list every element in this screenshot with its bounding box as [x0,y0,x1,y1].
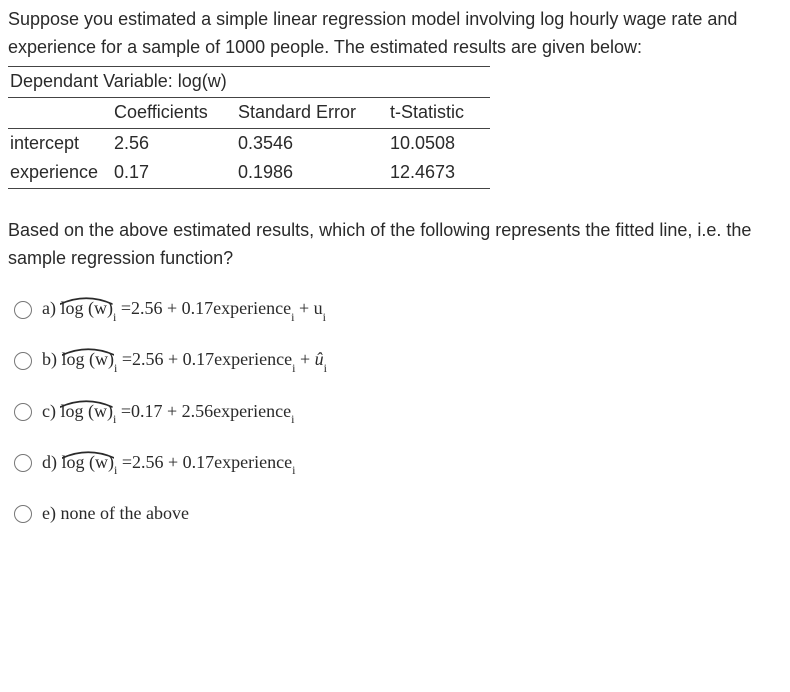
question-text: Based on the above estimated results, wh… [8,217,782,273]
row-coef: 0.17 [112,158,236,188]
option-c[interactable]: c) log (w)i =0.17 + 2.56experiencei [14,398,782,427]
header-se: Standard Error [236,97,388,128]
dependent-label: Dependant Variable: log(w) [8,66,490,97]
row-se: 0.1986 [236,158,388,188]
row-se: 0.3546 [236,128,388,158]
option-a-text: a) log (w)i =2.56 + 0.17experiencei + ui [42,295,326,324]
options-list: a) log (w)i =2.56 + 0.17experiencei + ui… [14,295,782,528]
table-row: intercept 2.56 0.3546 10.0508 [8,128,490,158]
option-b[interactable]: b) log (w)i =2.56 + 0.17experiencei + ûi [14,346,782,375]
row-coef: 2.56 [112,128,236,158]
radio-icon [14,352,32,370]
option-d[interactable]: d) log (w)i =2.56 + 0.17experiencei [14,449,782,478]
option-c-text: c) log (w)i =0.17 + 2.56experiencei [42,398,294,427]
table-row: experience 0.17 0.1986 12.4673 [8,158,490,188]
radio-icon [14,505,32,523]
option-a[interactable]: a) log (w)i =2.56 + 0.17experiencei + ui [14,295,782,324]
option-b-text: b) log (w)i =2.56 + 0.17experiencei + ûi [42,346,327,375]
header-row: Coefficients Standard Error t-Statistic [8,97,490,128]
radio-icon [14,403,32,421]
intro-text: Suppose you estimated a simple linear re… [8,6,782,62]
option-d-text: d) log (w)i =2.56 + 0.17experiencei [42,449,295,478]
row-t: 12.4673 [388,158,490,188]
radio-icon [14,454,32,472]
row-label: experience [8,158,112,188]
results-table: Dependant Variable: log(w) Coefficients … [8,66,490,190]
header-coef: Coefficients [112,97,236,128]
radio-icon [14,301,32,319]
dependent-row: Dependant Variable: log(w) [8,66,490,97]
header-t: t-Statistic [388,97,490,128]
row-label: intercept [8,128,112,158]
row-t: 10.0508 [388,128,490,158]
option-e-text: e) none of the above [42,500,189,528]
header-blank [8,97,112,128]
option-e[interactable]: e) none of the above [14,500,782,528]
